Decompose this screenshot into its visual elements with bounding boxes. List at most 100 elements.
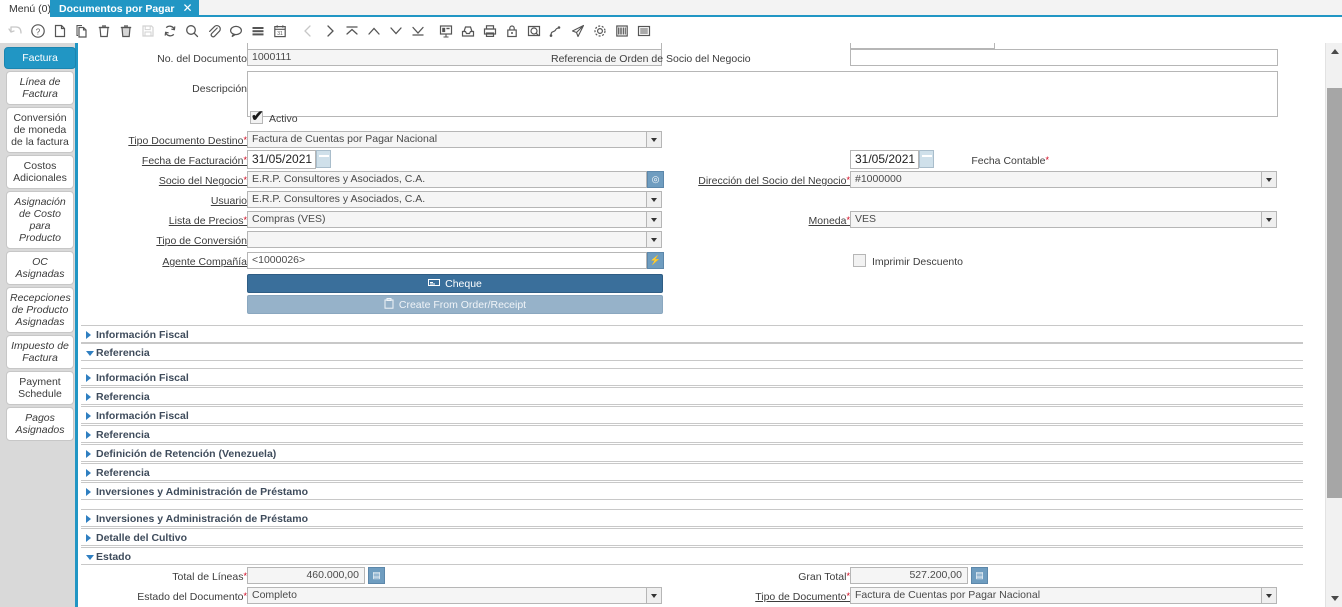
prev-record-icon[interactable] bbox=[297, 20, 318, 42]
chevron-down-icon-7[interactable] bbox=[647, 587, 662, 604]
list-view-icon[interactable] bbox=[633, 20, 654, 42]
bp-address-field[interactable]: #1000000 bbox=[850, 171, 1262, 188]
archive-icon[interactable] bbox=[457, 20, 478, 42]
send-icon[interactable] bbox=[567, 20, 588, 42]
refresh-icon[interactable] bbox=[159, 20, 180, 42]
attachment-icon[interactable] bbox=[203, 20, 224, 42]
tab-menu-label: Menú (0) bbox=[9, 3, 51, 15]
chevron-down-icon-8[interactable] bbox=[1262, 587, 1277, 604]
grand-total-calculator-icon[interactable]: ▤ bbox=[971, 567, 988, 584]
chevron-down-icon-4[interactable] bbox=[647, 211, 662, 228]
calendar-picker-icon[interactable] bbox=[316, 150, 331, 168]
save-icon[interactable] bbox=[137, 20, 158, 42]
section-referencia-3[interactable]: Referencia bbox=[81, 425, 1303, 443]
imprimir-descuento-checkbox[interactable] bbox=[853, 254, 866, 267]
create-from-order-receipt-button[interactable]: Create From Order/Receipt bbox=[247, 295, 663, 314]
business-partner-field[interactable]: E.R.P. Consultores y Asociados, C.A. bbox=[247, 171, 647, 188]
conversion-type-field[interactable] bbox=[247, 231, 647, 248]
section-inversiones-prestamo-2[interactable]: Inversiones y Administración de Préstamo bbox=[81, 509, 1303, 527]
zoom-across-icon[interactable] bbox=[523, 20, 544, 42]
calendar-picker-icon-2[interactable] bbox=[919, 150, 934, 168]
undo-icon[interactable] bbox=[5, 20, 26, 42]
company-agent-lookup-icon[interactable]: ⚡ bbox=[647, 252, 664, 269]
section-label: Información Fiscal bbox=[96, 372, 189, 384]
first-record-icon[interactable] bbox=[341, 20, 362, 42]
chevron-right-icon bbox=[86, 450, 91, 458]
section-informacion-fiscal-2[interactable]: Información Fiscal bbox=[81, 368, 1303, 386]
delete-all-icon[interactable] bbox=[115, 20, 136, 42]
sidebar-item-costos-adicionales[interactable]: Costos Adicionales bbox=[6, 155, 74, 189]
create-from-icon bbox=[384, 298, 394, 312]
chat-icon[interactable] bbox=[225, 20, 246, 42]
sidebar-item-recepciones-asignadas[interactable]: Recepciones de Producto Asignadas bbox=[6, 287, 74, 333]
invoice-date-field[interactable]: 31/05/2021 bbox=[247, 150, 316, 169]
section-inversiones-prestamo-1[interactable]: Inversiones y Administración de Préstamo bbox=[81, 482, 1303, 500]
lock-icon[interactable] bbox=[501, 20, 522, 42]
chevron-down-icon-6[interactable] bbox=[647, 231, 662, 248]
chevron-down-icon-3[interactable] bbox=[647, 191, 662, 208]
sidebar-item-payment-schedule[interactable]: Payment Schedule bbox=[6, 371, 74, 405]
delete-record-icon[interactable] bbox=[93, 20, 114, 42]
document-status-field[interactable]: Completo bbox=[247, 587, 647, 604]
price-list-field[interactable]: Compras (VES) bbox=[247, 211, 647, 228]
section-detalle-del-cultivo[interactable]: Detalle del Cultivo bbox=[81, 528, 1303, 546]
tab-documentos-por-pagar[interactable]: Documentos por Pagar ✕ bbox=[50, 0, 199, 17]
section-informacion-fiscal-1[interactable]: Información Fiscal bbox=[81, 325, 1303, 343]
accounting-date-field[interactable]: 31/05/2021 bbox=[850, 150, 919, 169]
section-referencia-1[interactable]: Referencia bbox=[81, 343, 1303, 361]
imprimir-descuento-label: Imprimir Descuento bbox=[872, 256, 963, 268]
up-record-icon[interactable] bbox=[363, 20, 384, 42]
chevron-down-icon-2[interactable] bbox=[1262, 171, 1277, 188]
next-record-icon[interactable] bbox=[319, 20, 340, 42]
copy-record-icon[interactable] bbox=[71, 20, 92, 42]
sidebar-item-oc-asignadas[interactable]: OC Asignadas bbox=[6, 251, 74, 285]
sidebar-item-factura[interactable]: Factura bbox=[4, 47, 76, 69]
total-lines-calculator-icon[interactable]: ▤ bbox=[368, 567, 385, 584]
section-informacion-fiscal-3[interactable]: Información Fiscal bbox=[81, 406, 1303, 424]
down-record-icon[interactable] bbox=[385, 20, 406, 42]
gear-icon[interactable] bbox=[589, 20, 610, 42]
workflow-icon[interactable] bbox=[545, 20, 566, 42]
section-referencia-2[interactable]: Referencia bbox=[81, 387, 1303, 405]
description-textarea[interactable] bbox=[247, 71, 1278, 117]
grand-total-field[interactable]: 527.200,00 bbox=[850, 567, 968, 584]
company-agent-field[interactable]: <1000026> bbox=[247, 252, 647, 269]
calendar-icon[interactable]: 31 bbox=[269, 20, 290, 42]
sidebar-item-impuesto-de-factura[interactable]: Impuesto de Factura bbox=[6, 335, 74, 369]
scroll-down-arrow-icon[interactable] bbox=[1326, 590, 1342, 607]
section-definicion-de-retencion[interactable]: Definición de Retención (Venezuela) bbox=[81, 444, 1303, 462]
document-type-field[interactable]: Factura de Cuentas por Pagar Nacional bbox=[850, 587, 1262, 604]
new-record-icon[interactable] bbox=[49, 20, 70, 42]
section-referencia-4[interactable]: Referencia bbox=[81, 463, 1303, 481]
vertical-scrollbar[interactable] bbox=[1325, 43, 1342, 607]
document-type-label: Tipo de Documento* bbox=[741, 591, 850, 603]
sidebar-item-linea-de-factura[interactable]: Línea de Factura bbox=[6, 71, 74, 105]
bp-order-ref-field[interactable] bbox=[850, 49, 1278, 66]
total-lines-field[interactable]: 460.000,00 bbox=[247, 567, 365, 584]
print-icon[interactable] bbox=[479, 20, 500, 42]
cheque-button[interactable]: Cheque bbox=[247, 274, 663, 293]
grid-toggle-icon[interactable] bbox=[247, 20, 268, 42]
barcode-icon[interactable] bbox=[611, 20, 632, 42]
search-icon[interactable] bbox=[181, 20, 202, 42]
target-doc-type-field[interactable]: Factura de Cuentas por Pagar Nacional bbox=[247, 131, 647, 148]
chevron-down-icon[interactable] bbox=[647, 131, 662, 148]
user-field[interactable]: E.R.P. Consultores y Asociados, C.A. bbox=[247, 191, 647, 208]
scrollbar-thumb[interactable] bbox=[1327, 88, 1342, 498]
report-icon[interactable] bbox=[435, 20, 456, 42]
close-icon[interactable]: ✕ bbox=[182, 2, 192, 14]
help-icon[interactable]: ? bbox=[27, 20, 48, 42]
sidebar-item-asignacion-de-costo[interactable]: Asignación de Costo para Producto bbox=[6, 191, 74, 249]
scroll-up-arrow-icon[interactable] bbox=[1326, 43, 1342, 60]
sidebar-item-label: Conversión de moneda de la factura bbox=[11, 112, 69, 148]
section-label: Información Fiscal bbox=[96, 410, 189, 422]
currency-field[interactable]: VES bbox=[850, 211, 1262, 228]
svg-text:31: 31 bbox=[277, 31, 283, 37]
chevron-right-icon bbox=[86, 374, 91, 382]
chevron-down-icon-5[interactable] bbox=[1262, 211, 1277, 228]
sidebar-item-conversion-de-moneda[interactable]: Conversión de moneda de la factura bbox=[6, 107, 74, 153]
section-estado[interactable]: Estado bbox=[81, 547, 1303, 565]
sidebar-item-pagos-asignados[interactable]: Pagos Asignados bbox=[6, 407, 74, 441]
last-record-icon[interactable] bbox=[407, 20, 428, 42]
invoice-date-label: Fecha de Facturación* bbox=[97, 155, 247, 167]
